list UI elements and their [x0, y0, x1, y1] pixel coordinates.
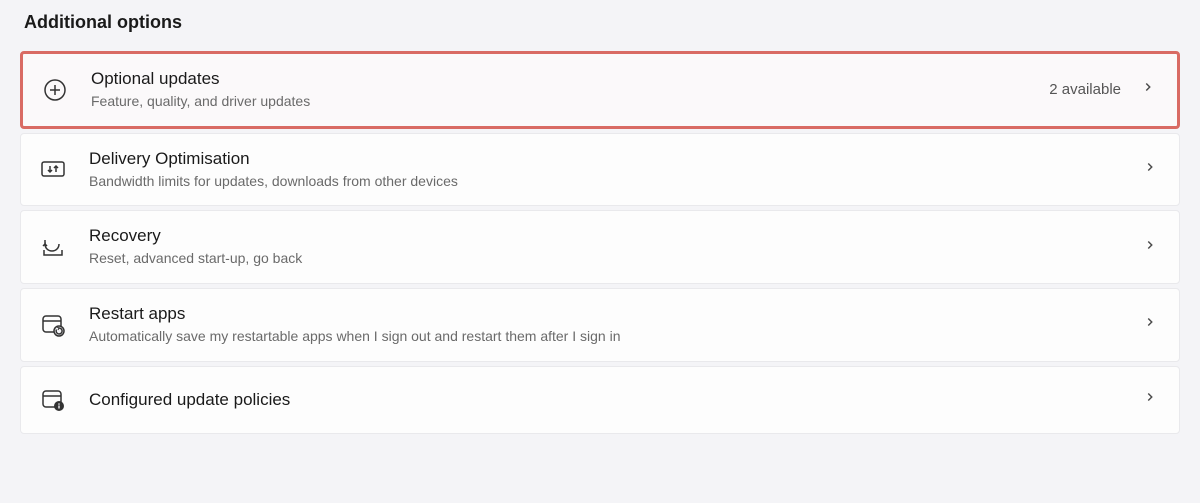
chevron-right-icon	[1143, 160, 1157, 179]
configured-update-policies-item[interactable]: Configured update policies	[20, 366, 1180, 434]
plus-circle-icon	[41, 76, 69, 104]
item-title: Delivery Optimisation	[89, 148, 1143, 170]
item-title: Configured update policies	[89, 389, 1143, 411]
item-desc: Reset, advanced start-up, go back	[89, 249, 1143, 269]
settings-list: Optional updates Feature, quality, and d…	[20, 51, 1180, 434]
item-desc: Bandwidth limits for updates, downloads …	[89, 172, 1143, 192]
item-text: Optional updates Feature, quality, and d…	[91, 68, 1049, 112]
item-text: Recovery Reset, advanced start-up, go ba…	[89, 225, 1143, 269]
delivery-icon	[39, 156, 67, 184]
item-desc: Automatically save my restartable apps w…	[89, 327, 1143, 347]
item-text: Configured update policies	[89, 389, 1143, 411]
item-title: Restart apps	[89, 303, 1143, 325]
item-title: Optional updates	[91, 68, 1049, 90]
item-status: 2 available	[1049, 81, 1121, 98]
chevron-right-icon	[1143, 238, 1157, 257]
restart-apps-icon	[39, 311, 67, 339]
recovery-icon	[39, 233, 67, 261]
restart-apps-item[interactable]: Restart apps Automatically save my resta…	[20, 288, 1180, 362]
section-header: Additional options	[20, 12, 1180, 33]
item-text: Restart apps Automatically save my resta…	[89, 303, 1143, 347]
chevron-right-icon	[1143, 390, 1157, 409]
recovery-item[interactable]: Recovery Reset, advanced start-up, go ba…	[20, 210, 1180, 284]
policies-icon	[39, 386, 67, 414]
item-title: Recovery	[89, 225, 1143, 247]
chevron-right-icon	[1141, 80, 1155, 99]
optional-updates-item[interactable]: Optional updates Feature, quality, and d…	[20, 51, 1180, 129]
chevron-right-icon	[1143, 315, 1157, 334]
delivery-optimisation-item[interactable]: Delivery Optimisation Bandwidth limits f…	[20, 133, 1180, 207]
item-desc: Feature, quality, and driver updates	[91, 92, 1049, 112]
item-text: Delivery Optimisation Bandwidth limits f…	[89, 148, 1143, 192]
